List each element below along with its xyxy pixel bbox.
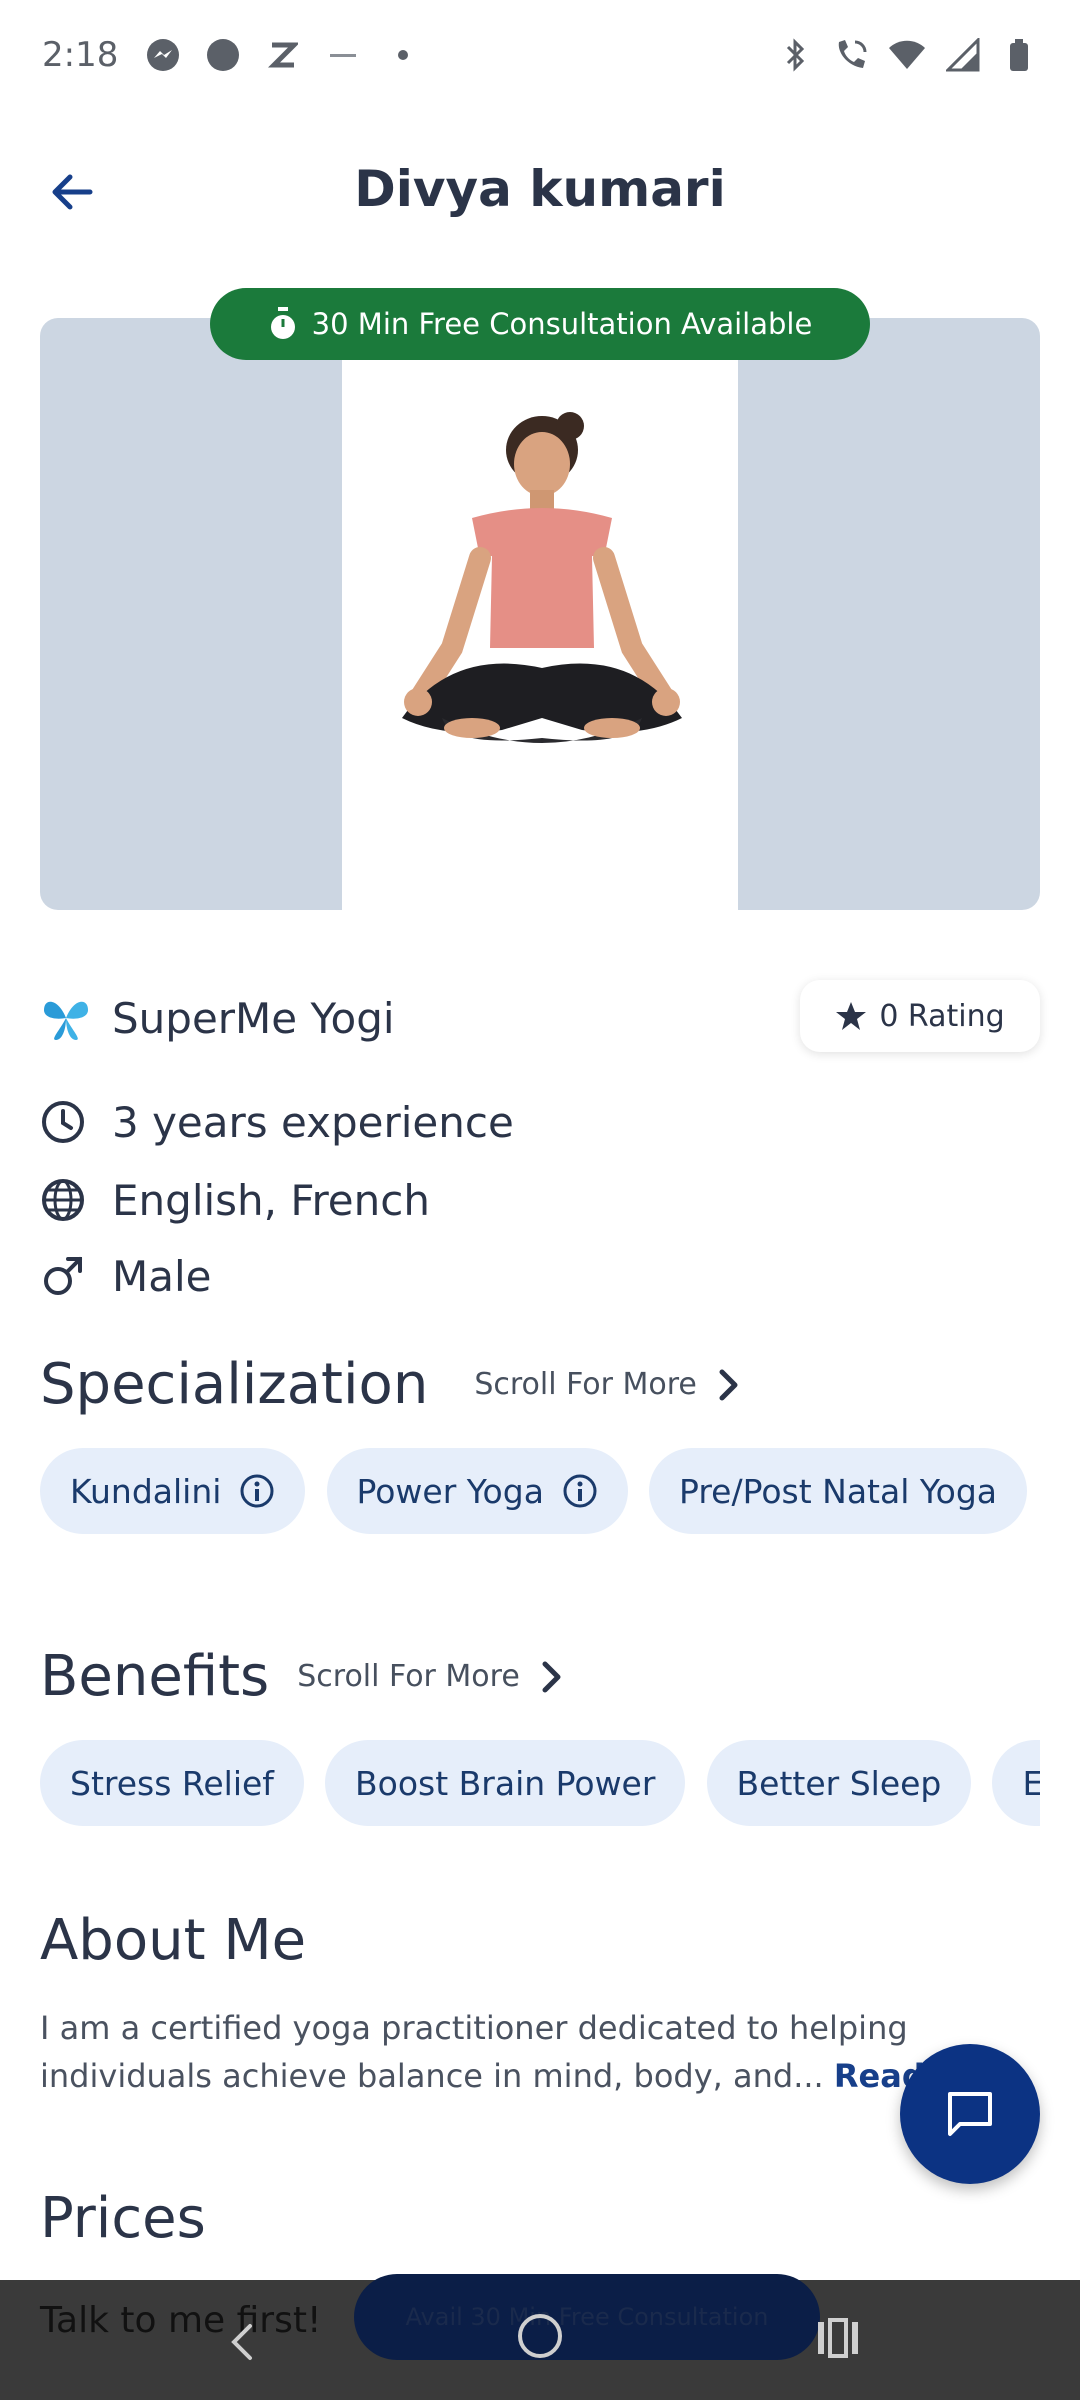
circle-app-icon bbox=[204, 36, 242, 74]
rapido-icon bbox=[324, 36, 362, 74]
experience-text: 3 years experience bbox=[112, 1097, 514, 1147]
languages-text: English, French bbox=[112, 1175, 430, 1225]
chat-icon bbox=[948, 2092, 992, 2136]
benefits-title: Benefits bbox=[40, 1644, 270, 1709]
specialization-header: Specialization Scroll For More bbox=[40, 1352, 741, 1417]
status-right-icons bbox=[776, 36, 1038, 74]
bluetooth-icon bbox=[776, 36, 814, 74]
status-time: 2:18 bbox=[42, 35, 119, 75]
prices-header: Prices bbox=[40, 2186, 206, 2251]
about-header: About Me bbox=[40, 1908, 306, 1973]
provider-name: SuperMe Yogi bbox=[112, 993, 395, 1043]
provider-row: SuperMe Yogi 0 Rating bbox=[40, 980, 1040, 1056]
benefits-chips: Stress Relief Boost Brain Power Better S… bbox=[40, 1740, 1040, 1828]
nav-back-icon[interactable] bbox=[220, 2318, 268, 2366]
specialization-title: Specialization bbox=[40, 1352, 429, 1417]
about-text: I am a certified yoga practitioner dedic… bbox=[40, 2004, 1040, 2100]
scroll-more-label: Scroll For More bbox=[297, 1659, 520, 1694]
experience-row: 3 years experience bbox=[40, 1090, 1040, 1154]
signal-icon bbox=[944, 36, 982, 74]
nav-recents-icon[interactable] bbox=[816, 2316, 860, 2360]
star-icon bbox=[836, 1002, 867, 1030]
scroll-more-label: Scroll For More bbox=[474, 1367, 697, 1402]
chip-better-sleep[interactable]: Better Sleep bbox=[706, 1740, 972, 1826]
chip-pre-post-natal-yoga[interactable]: Pre/Post Natal Yoga bbox=[649, 1448, 1027, 1534]
gender-text: Male bbox=[112, 1251, 212, 1301]
call-wifi-icon bbox=[832, 36, 870, 74]
gender-row: Male bbox=[40, 1244, 1040, 1308]
z-app-icon bbox=[264, 36, 302, 74]
specialization-scroll-more[interactable]: Scroll For More bbox=[474, 1367, 741, 1403]
stopwatch-icon bbox=[270, 307, 295, 339]
info-icon[interactable] bbox=[239, 1473, 275, 1509]
info-icon[interactable] bbox=[562, 1473, 598, 1509]
free-consultation-badge: 30 Min Free Consultation Available bbox=[210, 288, 870, 360]
profile-image bbox=[40, 318, 1040, 910]
chip-boost-brain-power[interactable]: Boost Brain Power bbox=[325, 1740, 686, 1826]
dot-icon bbox=[384, 36, 422, 74]
chevron-right-icon bbox=[542, 1661, 561, 1692]
chip-stress-relief[interactable]: Stress Relief bbox=[40, 1740, 304, 1826]
specialization-chips: Kundalini Power Yoga Pre/Post Natal Yoga bbox=[40, 1448, 1040, 1536]
chevron-right-icon bbox=[719, 1369, 738, 1400]
chip-kundalini[interactable]: Kundalini bbox=[40, 1448, 306, 1534]
rating-button[interactable]: 0 Rating bbox=[800, 980, 1040, 1052]
yoga-person-illustration bbox=[402, 412, 682, 743]
status-left-icons bbox=[144, 36, 422, 74]
clock-icon bbox=[42, 1101, 84, 1143]
talk-to-me-text: Talk to me first! bbox=[40, 2300, 322, 2341]
globe-icon bbox=[42, 1179, 84, 1221]
about-body: I am a certified yoga practitioner dedic… bbox=[40, 2009, 908, 2095]
chip-label: Kundalini bbox=[70, 1471, 222, 1511]
status-bar: 2:18 bbox=[0, 0, 1080, 110]
chip-power-yoga[interactable]: Power Yoga bbox=[326, 1448, 628, 1534]
nav-home-icon[interactable] bbox=[518, 2314, 562, 2358]
wifi-icon bbox=[888, 36, 926, 74]
header: Divya kumari bbox=[0, 150, 1080, 230]
rating-label: 0 Rating bbox=[879, 998, 1005, 1034]
about-title: About Me bbox=[40, 1908, 307, 1973]
benefits-header: Benefits Scroll For More bbox=[40, 1644, 564, 1709]
free-consultation-text: 30 Min Free Consultation Available bbox=[311, 307, 813, 341]
prices-title: Prices bbox=[40, 2186, 206, 2251]
chip-energy[interactable]: En bbox=[992, 1740, 1040, 1826]
male-icon bbox=[44, 1257, 82, 1295]
superme-logo-icon bbox=[44, 1001, 88, 1040]
profile-photo bbox=[342, 318, 738, 910]
chip-label: Pre/Post Natal Yoga bbox=[679, 1471, 997, 1511]
chip-label: Power Yoga bbox=[356, 1471, 544, 1511]
languages-row: English, French bbox=[40, 1168, 1040, 1232]
benefits-scroll-more[interactable]: Scroll For More bbox=[297, 1659, 564, 1695]
messenger-icon bbox=[144, 36, 182, 74]
avail-consultation-button[interactable]: Avail 30 Min Free Consultation bbox=[354, 2274, 820, 2360]
page-title: Divya kumari bbox=[354, 160, 726, 218]
chat-fab-button[interactable] bbox=[900, 2044, 1040, 2184]
battery-icon bbox=[1000, 36, 1038, 74]
